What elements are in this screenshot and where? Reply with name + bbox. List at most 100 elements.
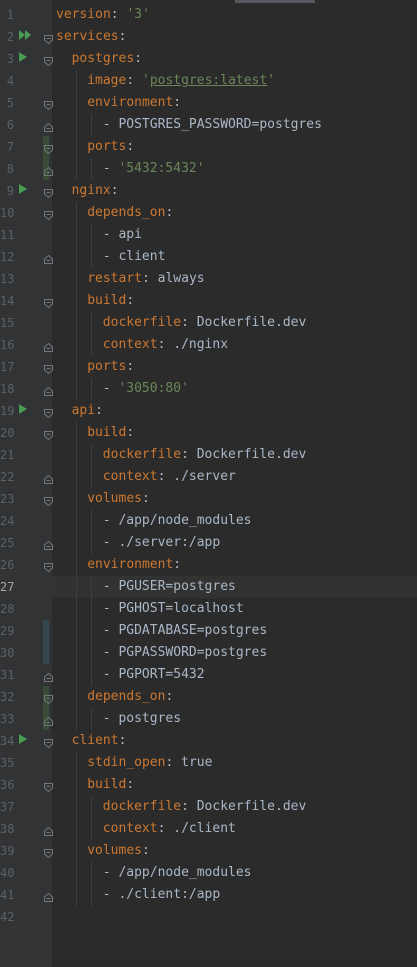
- code-line[interactable]: ports:: [52, 356, 417, 378]
- yaml-value: api: [118, 227, 142, 242]
- code-line[interactable]: environment:: [52, 554, 417, 576]
- code-line[interactable]: [52, 906, 417, 928]
- code-line[interactable]: build:: [52, 290, 417, 312]
- code-line[interactable]: - PGPASSWORD=postgres: [52, 642, 417, 664]
- yaml-string-value: '3': [126, 7, 150, 22]
- indent-guide: [75, 466, 77, 488]
- code-line[interactable]: volumes:: [52, 840, 417, 862]
- yaml-key: stdin_open: [87, 755, 166, 770]
- vcs-modified-marker[interactable]: [43, 620, 49, 642]
- code-line[interactable]: environment:: [52, 92, 417, 114]
- yaml-key: version: [56, 7, 111, 22]
- run-icon[interactable]: [19, 183, 35, 199]
- code-text: context: ./client: [103, 818, 236, 840]
- code-text: depends_on:: [87, 202, 173, 224]
- code-line[interactable]: - PGPORT=5432: [52, 664, 417, 686]
- yaml-separator: :: [118, 733, 127, 748]
- code-line[interactable]: - client: [52, 246, 417, 268]
- code-line[interactable]: postgres:: [52, 48, 417, 70]
- line-number: 13: [0, 272, 15, 286]
- code-text: context: ./nginx: [103, 334, 228, 356]
- code-line[interactable]: context: ./client: [52, 818, 417, 840]
- code-line[interactable]: volumes:: [52, 488, 417, 510]
- run-icon[interactable]: [19, 733, 35, 749]
- code-line[interactable]: stdin_open: true: [52, 752, 417, 774]
- indent-guide: [75, 752, 77, 774]
- code-line[interactable]: build:: [52, 774, 417, 796]
- run-all-icon[interactable]: [19, 29, 35, 45]
- code-line[interactable]: - ./server:/app: [52, 532, 417, 554]
- indent-guide: [91, 246, 93, 268]
- code-line[interactable]: version: '3': [52, 4, 417, 26]
- indent-guide: [75, 554, 77, 576]
- yaml-separator: :: [173, 95, 182, 110]
- indent-guide: [91, 532, 93, 554]
- list-dash: -: [102, 513, 119, 528]
- code-line[interactable]: - api: [52, 224, 417, 246]
- run-icon[interactable]: [19, 403, 35, 419]
- code-line[interactable]: api:: [52, 400, 417, 422]
- vcs-modified-marker[interactable]: [43, 642, 49, 664]
- line-number: 7: [6, 140, 14, 154]
- yaml-separator: :: [110, 183, 119, 198]
- line-number: 5: [6, 96, 14, 110]
- code-line[interactable]: dockerfile: Dockerfile.dev: [52, 796, 417, 818]
- code-line[interactable]: nginx:: [52, 180, 417, 202]
- code-text: build:: [87, 774, 134, 796]
- line-number: 18: [0, 382, 15, 396]
- run-icon[interactable]: [19, 51, 35, 67]
- code-text: restart: always: [87, 268, 204, 290]
- quote: ': [141, 73, 150, 88]
- indent-guide: [75, 620, 77, 642]
- yaml-key: build: [87, 293, 127, 308]
- code-editor[interactable]: version: '3' services: postgres: image: 'po…: [52, 0, 417, 967]
- code-text: - PGPASSWORD=postgres: [103, 642, 267, 664]
- code-line[interactable]: - /app/node_modules: [52, 510, 417, 532]
- code-text: ports:: [87, 136, 134, 158]
- code-line[interactable]: - ./client:/app: [52, 884, 417, 906]
- indent-guide: [75, 290, 77, 312]
- code-line[interactable]: - POSTGRES_PASSWORD=postgres: [52, 114, 417, 136]
- line-number: 32: [0, 690, 15, 704]
- code-line[interactable]: - '5432:5432': [52, 158, 417, 180]
- line-number: 2: [6, 30, 14, 44]
- code-line[interactable]: ports:: [52, 136, 417, 158]
- code-line[interactable]: depends_on:: [52, 686, 417, 708]
- code-line[interactable]: image: 'postgres:latest': [52, 70, 417, 92]
- code-line[interactable]: client:: [52, 730, 417, 752]
- code-line[interactable]: - PGDATABASE=postgres: [52, 620, 417, 642]
- code-line[interactable]: context: ./nginx: [52, 334, 417, 356]
- line-number: 35: [0, 756, 15, 770]
- indent-guide: [75, 840, 77, 862]
- code-text: - PGUSER=postgres: [103, 576, 236, 598]
- code-line[interactable]: build:: [52, 422, 417, 444]
- code-line[interactable]: services:: [52, 26, 417, 48]
- code-line[interactable]: - postgres: [52, 708, 417, 730]
- code-line[interactable]: - /app/node_modules: [52, 862, 417, 884]
- yaml-key: restart: [87, 271, 142, 286]
- code-line[interactable]: - PGUSER=postgres: [52, 576, 417, 598]
- list-dash: -: [102, 623, 119, 638]
- code-line[interactable]: - '3050:80': [52, 378, 417, 400]
- indent-guide: [75, 334, 77, 356]
- yaml-separator: :: [141, 491, 150, 506]
- indent-guide: [75, 70, 77, 92]
- code-line[interactable]: - PGHOST=localhost: [52, 598, 417, 620]
- code-line[interactable]: context: ./server: [52, 466, 417, 488]
- image-name-underlined: postgres:latest: [149, 73, 268, 88]
- code-line[interactable]: dockerfile: Dockerfile.dev: [52, 444, 417, 466]
- yaml-key: ports: [87, 139, 127, 154]
- indent-guide: [75, 664, 77, 686]
- indent-guide: [75, 422, 77, 444]
- indent-guide: [91, 466, 93, 488]
- indent-guide: [91, 598, 93, 620]
- yaml-value: true: [181, 755, 213, 770]
- code-text: volumes:: [87, 488, 150, 510]
- code-line[interactable]: dockerfile: Dockerfile.dev: [52, 312, 417, 334]
- yaml-key: volumes: [87, 491, 142, 506]
- line-number: 26: [0, 558, 15, 572]
- code-line[interactable]: depends_on:: [52, 202, 417, 224]
- code-line[interactable]: restart: always: [52, 268, 417, 290]
- list-dash: -: [102, 227, 119, 242]
- code-text: build:: [87, 290, 134, 312]
